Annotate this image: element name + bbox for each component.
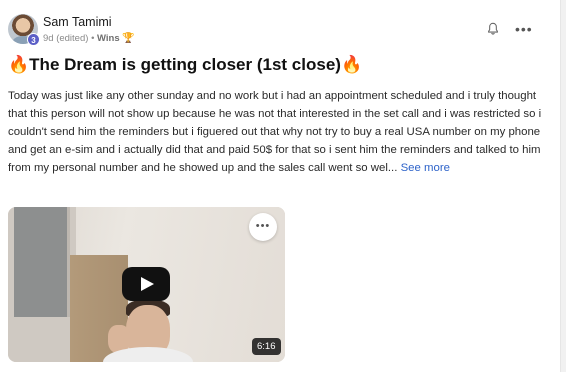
video-thumbnail[interactable]: ••• 6:16 [8,207,285,362]
post-title: 🔥The Dream is getting closer (1st close)… [8,55,362,75]
level-badge: 3 [27,33,40,46]
post-meta: 9d (edited) • Wins 🏆 [43,33,135,44]
post-body: Today was just like any other sunday and… [8,87,548,177]
bell-icon[interactable] [486,22,500,36]
author-name[interactable]: Sam Tamimi [43,15,112,29]
meta-separator: • [91,33,95,44]
fire-icon: 🔥 [340,55,363,74]
post-body-text: Today was just like any other sunday and… [8,90,542,175]
post-more-button[interactable]: ••• [515,21,533,37]
post-header: 3 Sam Tamimi 9d (edited) • Wins 🏆 ••• [8,12,548,48]
post-time: 9d (edited) [43,33,89,44]
play-icon[interactable] [122,267,170,301]
video-more-button[interactable]: ••• [249,213,277,241]
see-more-link[interactable]: See more [401,162,450,174]
post-category[interactable]: Wins [97,33,120,44]
fire-icon: 🔥 [8,55,30,74]
post-title-text: The Dream is getting closer (1st close) [29,55,341,74]
scrollbar-track[interactable] [560,0,566,372]
video-duration: 6:16 [252,338,281,355]
trophy-icon: 🏆 [122,33,135,44]
